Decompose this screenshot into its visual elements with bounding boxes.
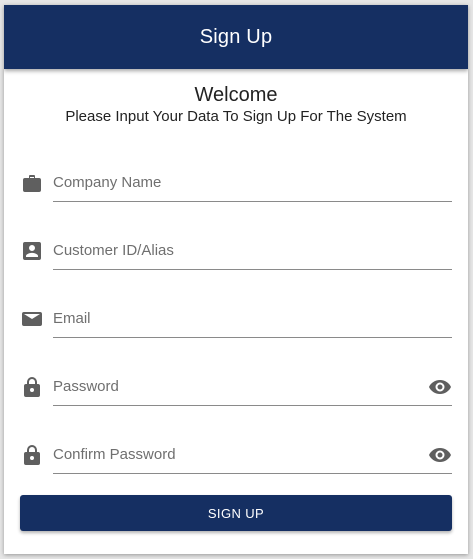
confirm-password-input[interactable] bbox=[53, 437, 423, 471]
company-name-underline bbox=[53, 165, 452, 202]
password-input[interactable] bbox=[53, 369, 423, 403]
welcome-heading: Welcome bbox=[194, 84, 278, 106]
confirm-password-field bbox=[20, 437, 452, 477]
customer-id-input[interactable] bbox=[53, 233, 452, 267]
eye-icon[interactable] bbox=[428, 375, 452, 399]
password-underline bbox=[53, 369, 452, 406]
signup-card: Sign Up Welcome Please Input Your Data T… bbox=[4, 5, 468, 554]
lock-icon bbox=[20, 443, 44, 467]
email-input[interactable] bbox=[53, 301, 452, 335]
sign-up-button[interactable]: SIGN UP bbox=[20, 495, 452, 531]
mail-icon bbox=[20, 307, 44, 331]
password-field bbox=[20, 369, 452, 409]
eye-icon[interactable] bbox=[428, 443, 452, 467]
email-underline bbox=[53, 301, 452, 338]
email-field bbox=[20, 301, 452, 341]
customer-id-underline bbox=[53, 233, 452, 270]
app-bar: Sign Up bbox=[4, 5, 468, 69]
welcome-subtitle: Please Input Your Data To Sign Up For Th… bbox=[65, 108, 407, 125]
confirm-password-underline bbox=[53, 437, 452, 474]
company-name-field bbox=[20, 165, 452, 205]
page-title: Sign Up bbox=[199, 25, 273, 48]
company-name-input[interactable] bbox=[53, 165, 452, 199]
lock-icon bbox=[20, 375, 44, 399]
customer-id-field bbox=[20, 233, 452, 273]
briefcase-icon bbox=[20, 171, 44, 195]
account-box-icon bbox=[20, 239, 44, 263]
